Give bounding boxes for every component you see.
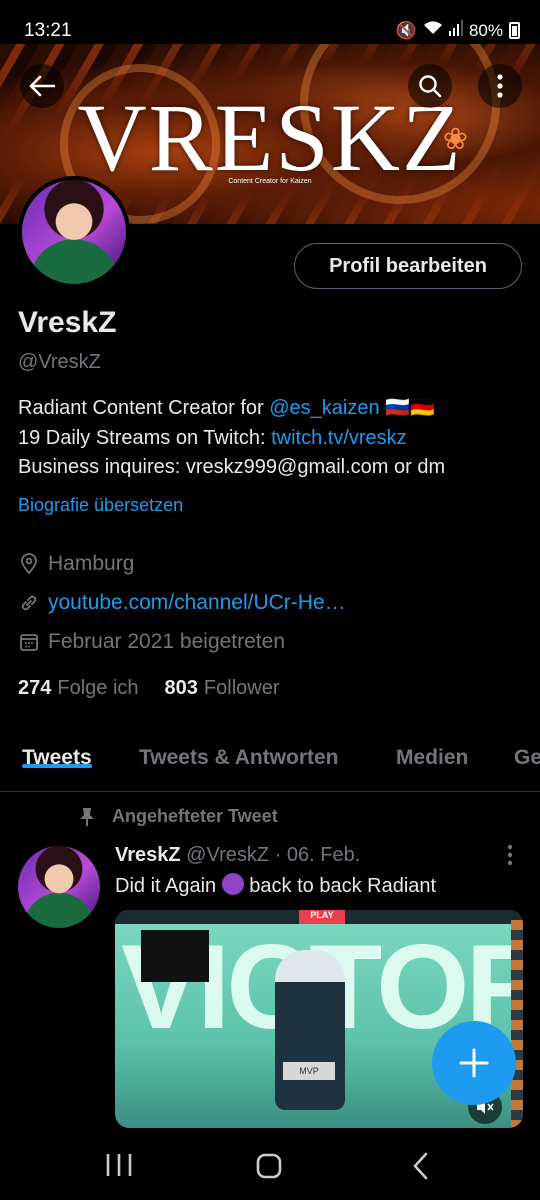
link-icon <box>21 595 37 611</box>
arrow-left-icon <box>29 75 55 97</box>
plus-icon <box>459 1048 489 1078</box>
battery-percent: 80% <box>468 20 503 40</box>
home-icon <box>256 1153 282 1179</box>
status-time: 13:21 <box>24 20 72 41</box>
search-icon <box>419 75 442 98</box>
edit-profile-button[interactable]: Profil bearbeiten <box>294 243 522 289</box>
tweet-author-handle[interactable]: @VreskZ <box>186 844 269 866</box>
tweet-date-separator: · <box>274 844 282 866</box>
profile-avatar[interactable] <box>18 176 130 288</box>
signal-icon <box>448 20 463 41</box>
mvp-badge: MVP <box>283 1062 335 1080</box>
tweet-author-avatar[interactable] <box>18 846 100 928</box>
tab-tweets-replies[interactable]: Tweets & Antworten <box>139 728 339 770</box>
bio-text: Radiant Content Creator for <box>18 397 270 419</box>
wifi-icon <box>423 20 443 41</box>
translate-bio-link[interactable]: Biografie übersetzen <box>18 495 183 516</box>
followers-count: 803 <box>164 677 198 699</box>
website-link[interactable]: youtube.com/channel/UCr-He… <box>48 591 346 615</box>
tweet-text-part: back to back Radiant <box>243 875 437 897</box>
bio-line-2: 19 Daily Streams on Twitch: twitch.tv/vr… <box>18 424 528 454</box>
back-button[interactable] <box>20 64 64 108</box>
tweet-text-part: Did it Again <box>115 875 222 897</box>
follow-stats: 274 Folge ich 803 Follower <box>18 677 279 700</box>
webcam-inset <box>141 930 209 982</box>
tab-likes[interactable]: Ge <box>514 728 540 770</box>
recent-apps-button[interactable] <box>100 1150 140 1182</box>
tweet-more-button[interactable] <box>506 844 514 866</box>
profile-bio: Radiant Content Creator for @es_kaizen 🇷… <box>18 394 528 483</box>
search-button[interactable] <box>408 64 452 108</box>
followers-label: Follower <box>203 677 280 699</box>
tweet-header: VreskZ @VreskZ · 06. Feb. <box>115 844 360 867</box>
system-nav-bar <box>0 1130 540 1200</box>
agent-figure <box>275 950 345 1110</box>
status-bar: 13:21 🔇 80% <box>0 0 540 44</box>
location-pin-icon <box>21 553 37 575</box>
recent-apps-icon <box>106 1154 132 1176</box>
home-button[interactable] <box>249 1150 289 1182</box>
more-options-button[interactable] <box>478 64 522 108</box>
tweet-author-name[interactable]: VreskZ <box>115 844 181 866</box>
joined-row: Februar 2021 beigetreten <box>18 630 285 654</box>
battery-icon <box>509 22 520 39</box>
calendar-icon <box>20 634 38 651</box>
following-label: Folge ich <box>57 677 139 699</box>
compose-tweet-button[interactable] <box>432 1021 516 1105</box>
pin-icon <box>80 807 94 826</box>
following-count: 274 <box>18 677 52 699</box>
scoreboard-strip <box>511 920 523 1128</box>
devil-emoji-icon <box>221 873 244 895</box>
bio-line-3: Business inquires: vreskz999@gmail.com o… <box>18 456 446 478</box>
twitch-link[interactable]: twitch.tv/vreskz <box>271 427 407 449</box>
mention-link[interactable]: @es_kaizen <box>269 397 379 419</box>
flag-emojis: 🇷🇺🇩🇪 <box>385 397 435 419</box>
following-link[interactable]: 274 Folge ich <box>18 677 139 700</box>
tab-tweets[interactable]: Tweets <box>22 728 92 770</box>
profile-tabs: Tweets Tweets & Antworten Medien Ge <box>0 728 540 792</box>
flower-icon: ❀ <box>442 123 468 156</box>
tab-media[interactable]: Medien <box>396 728 468 770</box>
profile-name: VreskZ <box>18 306 117 339</box>
mute-icon: 🔇 <box>395 20 417 40</box>
status-icons: 🔇 80% <box>396 20 520 41</box>
back-nav-button[interactable] <box>400 1150 440 1182</box>
followers-link[interactable]: 803 Follower <box>165 677 280 700</box>
pinned-indicator: Angehefteter Tweet <box>78 806 278 827</box>
bio-text: 19 Daily Streams on Twitch: <box>18 426 272 449</box>
profile-handle: @VreskZ <box>18 351 101 373</box>
tweet-text: Did it Again back to back Radiant <box>115 873 436 898</box>
more-vertical-icon <box>497 74 503 98</box>
bio-line-1: Radiant Content Creator for @es_kaizen 🇷… <box>18 394 528 424</box>
location-row: Hamburg <box>18 552 134 576</box>
tweet-date[interactable]: 06. Feb. <box>287 844 360 866</box>
joined-text: Februar 2021 beigetreten <box>48 630 285 653</box>
pinned-label: Angehefteter Tweet <box>112 806 278 826</box>
more-vertical-icon <box>507 844 513 866</box>
chevron-left-icon <box>413 1152 428 1180</box>
location-text: Hamburg <box>48 552 135 575</box>
website-row: youtube.com/channel/UCr-He… <box>18 591 346 615</box>
